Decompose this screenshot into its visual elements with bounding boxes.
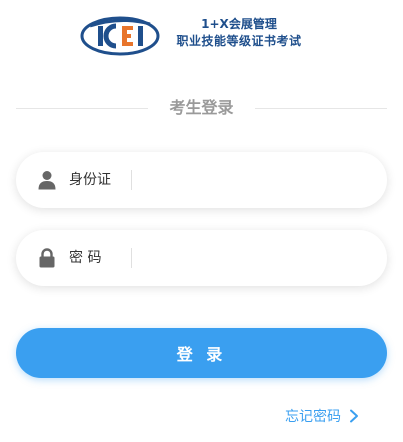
field-separator <box>131 170 132 190</box>
header: 1+X会展管理 职业技能等级证书考试 <box>80 12 320 62</box>
field-separator <box>131 248 132 268</box>
chevron-right-icon <box>350 409 358 423</box>
user-icon <box>38 171 56 190</box>
password-input[interactable] <box>140 242 370 274</box>
lock-icon <box>39 248 55 268</box>
divider-right <box>255 108 387 109</box>
id-card-input[interactable] <box>140 164 370 196</box>
section-title: 考生登录 <box>169 98 234 117</box>
divider-left <box>16 108 148 109</box>
exam-title-line2: 职业技能等级证书考试 <box>176 34 302 48</box>
forgot-password-link[interactable]: 忘记密码 <box>285 404 361 428</box>
id-card-label: 身份证 <box>69 172 111 188</box>
forgot-password-label: 忘记密码 <box>285 409 341 425</box>
exam-title-line1: 1+X会展管理 <box>201 17 277 31</box>
login-heading: 考生登录 <box>0 96 403 120</box>
icei-logo-icon <box>80 16 160 56</box>
password-field[interactable]: 密 码 <box>16 230 387 286</box>
login-button[interactable]: 登 录 <box>16 328 387 378</box>
password-label: 密 码 <box>69 250 102 266</box>
id-card-field[interactable]: 身份证 <box>16 152 387 208</box>
exam-title: 1+X会展管理 职业技能等级证书考试 <box>164 16 314 50</box>
